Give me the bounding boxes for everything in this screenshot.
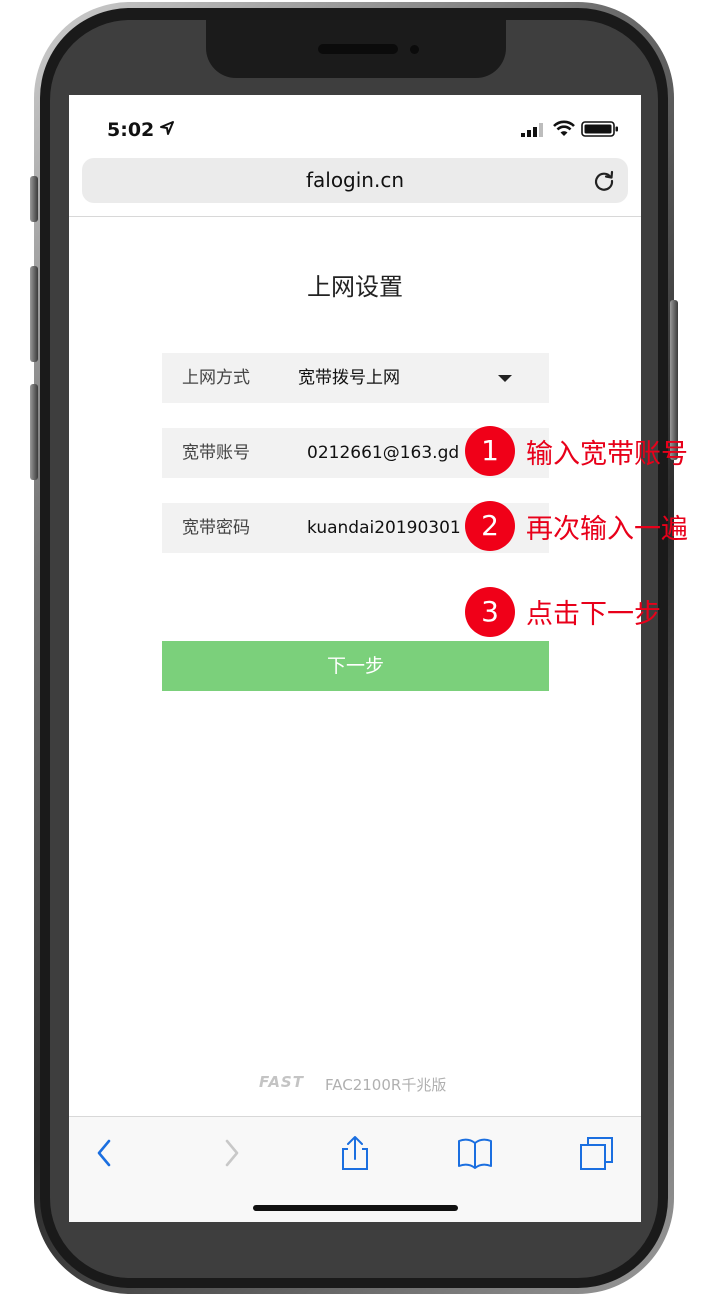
front-camera [410,45,419,54]
step-marker-2: 2 [465,501,515,551]
wifi-icon [553,120,575,136]
annotation-text-1: 输入宽带账号 [526,439,688,470]
account-input[interactable]: 0212661@163.gd [307,428,467,478]
connection-type-label: 上网方式 [182,368,250,388]
model-name: FAC2100R千兆版 [325,1076,447,1094]
volume-up-button [30,266,38,362]
back-icon[interactable] [87,1135,123,1171]
mute-switch [30,176,38,222]
password-label: 宽带密码 [182,518,250,538]
location-arrow-icon [160,121,174,135]
earpiece-speaker [318,44,398,54]
connection-type-select[interactable]: 上网方式 宽带拨号上网 [162,353,549,403]
address-bar[interactable]: falogin.cn [82,158,628,203]
reload-icon[interactable] [593,170,615,192]
brand-logo: FAST [259,1073,304,1091]
annotation-text-3: 点击下一步 [526,599,661,630]
tabs-icon[interactable] [579,1135,615,1171]
bookmarks-icon[interactable] [457,1135,493,1171]
page-title: 上网设置 [307,273,403,301]
cellular-signal-icon [521,123,543,137]
battery-icon [581,121,618,137]
browser-divider [69,216,641,217]
password-input[interactable]: kuandai20190301 [307,503,467,553]
connection-type-value: 宽带拨号上网 [298,368,400,388]
url-text: falogin.cn [305,168,405,192]
forward-icon[interactable] [213,1135,249,1171]
step-marker-1: 1 [465,426,515,476]
step-marker-3: 3 [465,587,515,637]
share-icon[interactable] [337,1135,373,1171]
chevron-down-icon [498,375,512,382]
browser-toolbar [69,1117,641,1222]
annotation-text-2: 再次输入一遍 [526,514,688,545]
account-label: 宽带账号 [182,443,250,463]
status-time: 5:02 [107,119,155,141]
next-button[interactable]: 下一步 [162,641,549,691]
screen: 5:02 falogin.cn 上网设置 上网方式 宽带拨号上网 宽带账号 02… [69,95,641,1222]
volume-down-button [30,384,38,480]
home-indicator [253,1205,458,1211]
